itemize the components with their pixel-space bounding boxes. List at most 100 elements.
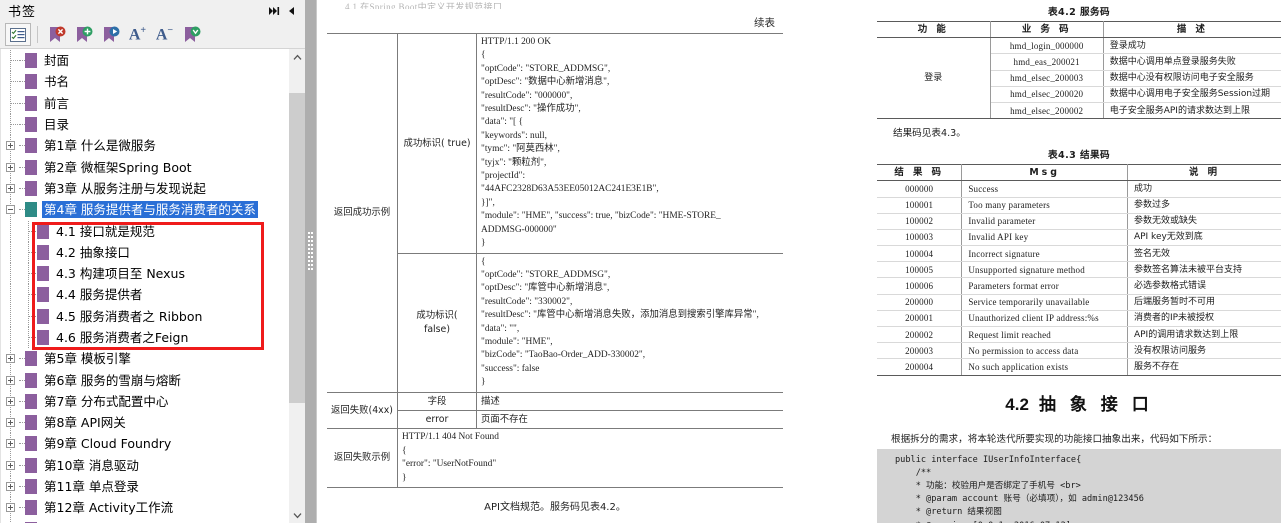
tree-expand-toggle[interactable]: [1, 369, 19, 391]
bookmark-icon: [25, 500, 37, 516]
panel-title: 书签: [8, 5, 37, 20]
scrollbar-track[interactable]: [289, 65, 305, 507]
tree-expand-toggle[interactable]: [1, 348, 19, 370]
bookmarks-scrollbar[interactable]: [289, 49, 305, 523]
result-code-cell-2: 消费者的IP未被授权: [1127, 310, 1281, 328]
bookmarks-toolbar: A+ A−: [0, 21, 305, 49]
bookmark-item-9[interactable]: 4.2 抽象接口: [1, 241, 289, 263]
expand-all-icon[interactable]: [265, 2, 283, 20]
chevron-down-glyph: [293, 512, 301, 518]
bookmark-item-3[interactable]: 目录: [1, 114, 289, 136]
bookmark-icon: [25, 138, 37, 154]
bookmark-item-21[interactable]: 第12章 Activity工作流: [1, 497, 289, 519]
bookmarks-tree[interactable]: 封面 书名前言目录 第1章 什么是微服务 第2章 微框架Spring Boot 第3章 …: [1, 49, 289, 523]
bookmarks-title-bar: 书签: [0, 0, 305, 21]
bookmark-item-17[interactable]: 第8章 API网关: [1, 412, 289, 434]
bookmark-icon: [25, 351, 37, 367]
bookmark-item-15[interactable]: 第6章 服务的雪崩与熔断: [1, 369, 289, 391]
plus-icon: [5, 162, 15, 172]
tree-expand-toggle[interactable]: [1, 476, 19, 498]
cell-error-desc: 页面不存在: [476, 409, 783, 430]
bookmark-item-10[interactable]: 4.3 构建项目至 Nexus: [1, 263, 289, 285]
scroll-up-arrow-icon[interactable]: [289, 49, 305, 65]
plus-icon: [5, 396, 15, 406]
bookmark-item-20[interactable]: 第11章 单点登录: [1, 476, 289, 498]
service-code-desc-cell: 数据中心调用电子安全服务Session过期: [1103, 86, 1281, 103]
service-code-table: 功 能业 务 码描 述登录 hmd_login_000000 登录成功 hmd_eas…: [877, 20, 1281, 120]
bookmark-item-8[interactable]: 4.1 接口就是规范: [1, 220, 289, 242]
bookmark-item-12[interactable]: 4.5 服务消费者之 Ribbon: [1, 305, 289, 327]
tree-leaf-connector: [1, 92, 19, 114]
result-code-cell-2: API的调用请求数达到上限: [1127, 326, 1281, 344]
result-code-cell-1: Incorrect signature: [961, 245, 1128, 263]
increase-font-size-button[interactable]: A+: [124, 23, 151, 47]
bookmark-item-18[interactable]: 第9章 Cloud Foundry: [1, 433, 289, 455]
decrease-font-size-button[interactable]: A−: [151, 23, 178, 47]
bookmark-item-1[interactable]: 书名: [1, 71, 289, 93]
bookmark-icon: [25, 393, 37, 409]
plus-icon: [5, 183, 15, 193]
tree-leaf-connector: [1, 114, 19, 136]
result-code-cell-2: 参数签名算法未被平台支持: [1127, 261, 1281, 279]
bookmark-label: 前言: [44, 95, 70, 111]
result-code-cell-0: 000000: [877, 180, 963, 198]
add-bookmark-icon[interactable]: [70, 23, 97, 47]
bookmark-item-6[interactable]: 第3章 从服务注册与发现说起: [1, 177, 289, 199]
tree-expand-toggle[interactable]: [1, 135, 19, 157]
bookmark-list-icon[interactable]: [5, 23, 31, 46]
bookmark-item-0[interactable]: 封面: [1, 50, 289, 72]
result-code-row: 200002 Request limit reached API的调用请求数达到上限: [877, 326, 1281, 344]
collapse-panel-icon[interactable]: [283, 2, 301, 20]
result-code-cell-0: 100004: [877, 245, 963, 263]
tree-expand-toggle[interactable]: [1, 433, 19, 455]
left-triangle-glyph: [289, 6, 294, 15]
bookmark-item-4[interactable]: 第1章 什么是微服务: [1, 135, 289, 157]
result-code-cell-2: 服务不存在: [1127, 358, 1281, 376]
bookmark-icon: [25, 436, 37, 452]
result-code-table: 结 果 码 Msg 说 明 000000 Success 成功 100001 Too many…: [877, 164, 1281, 376]
tree-indent-guide: [1, 284, 19, 306]
scrollbar-thumb[interactable]: [289, 93, 305, 403]
cell-error-field: error: [397, 409, 477, 430]
tree-leaf-connector: [19, 284, 37, 306]
tree-expand-toggle[interactable]: [1, 177, 19, 199]
result-code-cell-2: 没有权限访问服务: [1127, 342, 1281, 360]
tree-expand-toggle[interactable]: [1, 390, 19, 412]
expand-bookmark-icon[interactable]: [178, 23, 205, 47]
bookmark-icon: [25, 180, 37, 196]
bookmark-icon: [25, 95, 37, 111]
cell-field-header: 字段: [397, 391, 477, 411]
bookmark-item-2[interactable]: 前言: [1, 92, 289, 114]
tree-expand-toggle[interactable]: [1, 412, 19, 434]
tree-expand-toggle[interactable]: [1, 454, 19, 476]
delete-bookmark-icon[interactable]: [43, 23, 70, 47]
section-title: 抽 象 接 口: [1038, 394, 1153, 415]
table-row: 返回失败(4xx) 字段 描述: [327, 391, 783, 430]
result-code-cell-1: Unauthorized client IP address:%s: [961, 310, 1128, 328]
bookmark-item-5[interactable]: 第2章 微框架Spring Boot: [1, 156, 289, 178]
continued-table-label: 续表: [754, 17, 775, 29]
bookmark-item-14[interactable]: 第5章 模板引擎: [1, 348, 289, 370]
tree-collapse-toggle[interactable]: [1, 199, 19, 221]
service-code-row: 登录 hmd_login_000000 登录成功: [877, 37, 1281, 120]
section-heading: 4.2 抽 象 接 口: [877, 376, 1281, 425]
tree-expand-toggle[interactable]: [1, 518, 19, 523]
pdf-reader-window: 书签 A+ A− 封面 书名 前言 目录 第1章 什么是微服务 第2章 微框架S…: [0, 0, 1287, 523]
tree-expand-toggle[interactable]: [1, 156, 19, 178]
tree-expand-toggle[interactable]: [1, 497, 19, 519]
document-viewer[interactable]: 4.1 在Spring Boot中定义开发规范接口 续表 返回成功示例 成功标识…: [316, 0, 1287, 523]
panel-splitter[interactable]: [305, 0, 316, 523]
bookmark-item-11[interactable]: 4.4 服务提供者: [1, 284, 289, 306]
bookmarks-panel: 书签 A+ A− 封面 书名 前言 目录 第1章 什么是微服务 第2章 微框架S…: [0, 0, 305, 523]
scroll-down-arrow-icon[interactable]: [289, 507, 305, 523]
result-code-row: 200004 No such application exists 服务不存在: [877, 358, 1281, 376]
splitter-grip: [308, 232, 313, 274]
bookmark-item-16[interactable]: 第7章 分布式配置中心: [1, 390, 289, 412]
bookmark-item-7[interactable]: 第4章 服务提供者与服务消费者的关系: [1, 199, 289, 221]
bookmark-item-22[interactable]: 第13章 ElasticSearch: [1, 518, 289, 523]
goto-bookmark-icon[interactable]: [97, 23, 124, 47]
bookmark-item-13[interactable]: 4.6 服务消费者之Feign: [1, 327, 289, 348]
bookmark-item-19[interactable]: 第10章 消息驱动: [1, 454, 289, 476]
bookmark-icon: [25, 415, 37, 431]
bookmark-label: 第8章 API网关: [44, 415, 126, 431]
